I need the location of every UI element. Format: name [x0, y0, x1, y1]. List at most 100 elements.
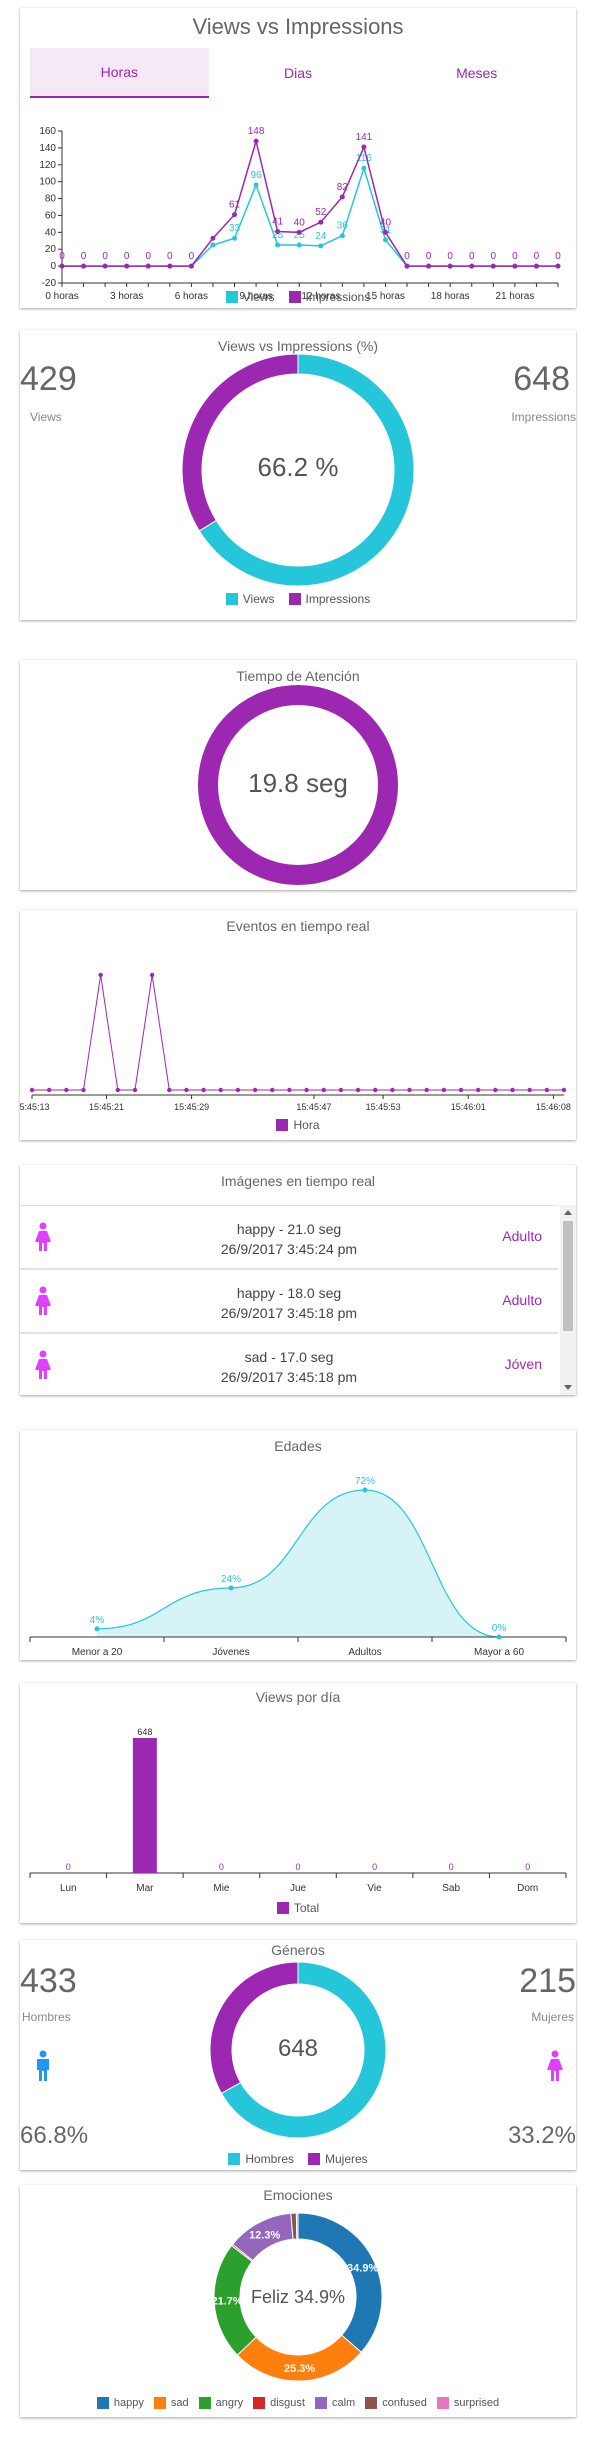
scroll-up-icon[interactable]	[564, 1210, 572, 1215]
event-point	[252, 1087, 258, 1093]
x-tick-label: 15:45:53	[366, 1102, 401, 1112]
genders-total: 648	[277, 2035, 319, 2062]
data-point-views	[382, 237, 388, 243]
data-point-impressions	[512, 263, 518, 269]
legend-angry[interactable]: angry	[198, 2397, 243, 2409]
slice-mujeres	[209, 1961, 299, 2095]
list-item[interactable]: happy - 18.0 seg 26/9/2017 3:45:18 pm Adu…	[20, 1269, 558, 1333]
event-point	[115, 1087, 121, 1093]
image-timestamp: 26/9/2017 3:45:18 pm	[220, 1305, 358, 1321]
event-point	[355, 1087, 361, 1093]
image-emotion-duration: happy - 21.0 seg	[236, 1221, 342, 1237]
event-point	[46, 1087, 52, 1093]
data-point-impressions	[426, 263, 432, 269]
x-tick-label: 15:45:29	[174, 1102, 209, 1112]
legend-views[interactable]: Views	[225, 592, 275, 606]
y-tick-label: 140	[39, 143, 56, 154]
data-point-views	[210, 242, 216, 248]
list-item[interactable]: happy - 21.0 seg 26/9/2017 3:45:24 pm Adu…	[20, 1205, 558, 1269]
scrollbar-thumb[interactable]	[563, 1221, 573, 1331]
realtime-images-list[interactable]: happy - 21.0 seg 26/9/2017 3:45:24 pm Adu…	[20, 1205, 576, 1395]
legend-hombres-label: Hombres	[245, 2152, 294, 2166]
views-impressions-pct-card: Views vs Impressions (%) 429 Views 648 I…	[20, 330, 576, 620]
legend-hombres[interactable]: Hombres	[228, 2152, 294, 2166]
data-label-impressions: 0	[81, 251, 87, 262]
slice-impressions	[181, 353, 299, 532]
ages-area-fill	[97, 1490, 499, 1637]
data-point-impressions	[490, 263, 496, 269]
event-point	[407, 1087, 412, 1093]
views-impressions-legend: Views Impressions	[20, 290, 576, 304]
legend-views[interactable]: Views	[225, 290, 275, 304]
legend-mujeres-label: Mujeres	[325, 2152, 368, 2166]
data-point-impressions	[167, 263, 173, 269]
legend-calm-label: calm	[331, 2397, 356, 2409]
genders-legend: Hombres Mujeres	[20, 2152, 576, 2166]
event-point	[270, 1087, 275, 1093]
data-point	[94, 1626, 100, 1632]
attention-time-card: Tiempo de Atención 19.8 seg	[20, 660, 576, 890]
legend-total[interactable]: Total	[276, 1901, 320, 1915]
bar-value-label: 0	[449, 1862, 454, 1872]
event-point	[475, 1087, 481, 1093]
attention-time-value: 19.8 seg	[248, 768, 348, 798]
legend-confused[interactable]: confused	[365, 2397, 427, 2409]
views-impressions-card: Views vs Impressions Horas Dias Meses 16…	[20, 8, 576, 308]
tab-dias[interactable]: Dias	[209, 48, 388, 98]
data-label-impressions: 0	[59, 251, 65, 262]
data-point-impressions	[382, 229, 388, 235]
data-label-impressions: 0	[167, 251, 173, 262]
views-per-day-bar-chart: 0 Lun 648 Mar 0 Mie 0 Jue 0 Vie 0 Sab 0 Dom	[29, 1727, 567, 1894]
slice-label-sad: 25.3%	[284, 2363, 315, 2375]
data-point-views	[361, 165, 367, 171]
series-line-views	[62, 165, 558, 267]
legend-surprised[interactable]: surprised	[436, 2397, 499, 2409]
data-label-views: 36	[337, 221, 349, 232]
legend-impressions[interactable]: Impressions	[288, 592, 370, 606]
x-tick-label: Vie	[367, 1883, 382, 1894]
data-point-views	[339, 233, 345, 239]
data-label-impressions: 0	[145, 251, 151, 262]
tab-horas[interactable]: Horas	[30, 48, 209, 98]
list-scrollbar[interactable]	[560, 1205, 576, 1395]
event-point	[390, 1087, 395, 1093]
data-point-impressions	[447, 263, 453, 269]
event-point	[493, 1087, 498, 1093]
data-point-impressions	[59, 263, 65, 269]
data-label-impressions: 0	[102, 251, 108, 262]
views-per-day-title: Views por día	[255, 1689, 341, 1705]
data-point-views	[275, 242, 281, 248]
tab-meses[interactable]: Meses	[387, 48, 566, 98]
data-label-views: 96	[251, 170, 263, 181]
legend-calm[interactable]: calm	[314, 2397, 356, 2409]
legend-mujeres[interactable]: Mujeres	[308, 2152, 368, 2166]
event-point	[132, 1087, 138, 1093]
views-per-day-legend: Total	[20, 1901, 576, 1915]
legend-happy[interactable]: happy	[96, 2397, 144, 2409]
events-line	[32, 974, 564, 1091]
data-label: 0%	[492, 1623, 507, 1634]
scroll-down-icon[interactable]	[564, 1385, 572, 1390]
legend-impressions[interactable]: Impressions	[288, 290, 370, 304]
list-item[interactable]: sad - 17.0 seg 26/9/2017 3:45:18 pm Jóven	[20, 1333, 558, 1395]
x-tick-label: Sab	[442, 1883, 460, 1894]
bar-value-label: 0	[525, 1862, 530, 1872]
data-point-impressions	[533, 263, 539, 269]
x-tick-label: Jóvenes	[212, 1647, 249, 1658]
legend-sad[interactable]: sad	[153, 2397, 189, 2409]
x-tick-label: Menor a 20	[72, 1647, 123, 1658]
female-person-icon	[34, 1222, 52, 1257]
y-tick-label: 80	[45, 194, 57, 205]
data-point-impressions	[555, 263, 561, 269]
y-tick-label: 160	[39, 126, 56, 137]
x-tick-label: Mayor a 60	[474, 1647, 524, 1658]
image-age-category: Adulto	[502, 1228, 542, 1244]
views-pct-value: 66.2 %	[257, 452, 339, 482]
legend-hora[interactable]: Hora	[276, 1118, 320, 1132]
data-label-impressions: 141	[356, 132, 373, 143]
data-point-impressions	[361, 144, 367, 150]
data-point	[496, 1634, 502, 1640]
legend-disgust[interactable]: disgust	[253, 2397, 305, 2409]
legend-total-label: Total	[293, 1901, 320, 1915]
legend-sad-label: sad	[170, 2397, 189, 2409]
